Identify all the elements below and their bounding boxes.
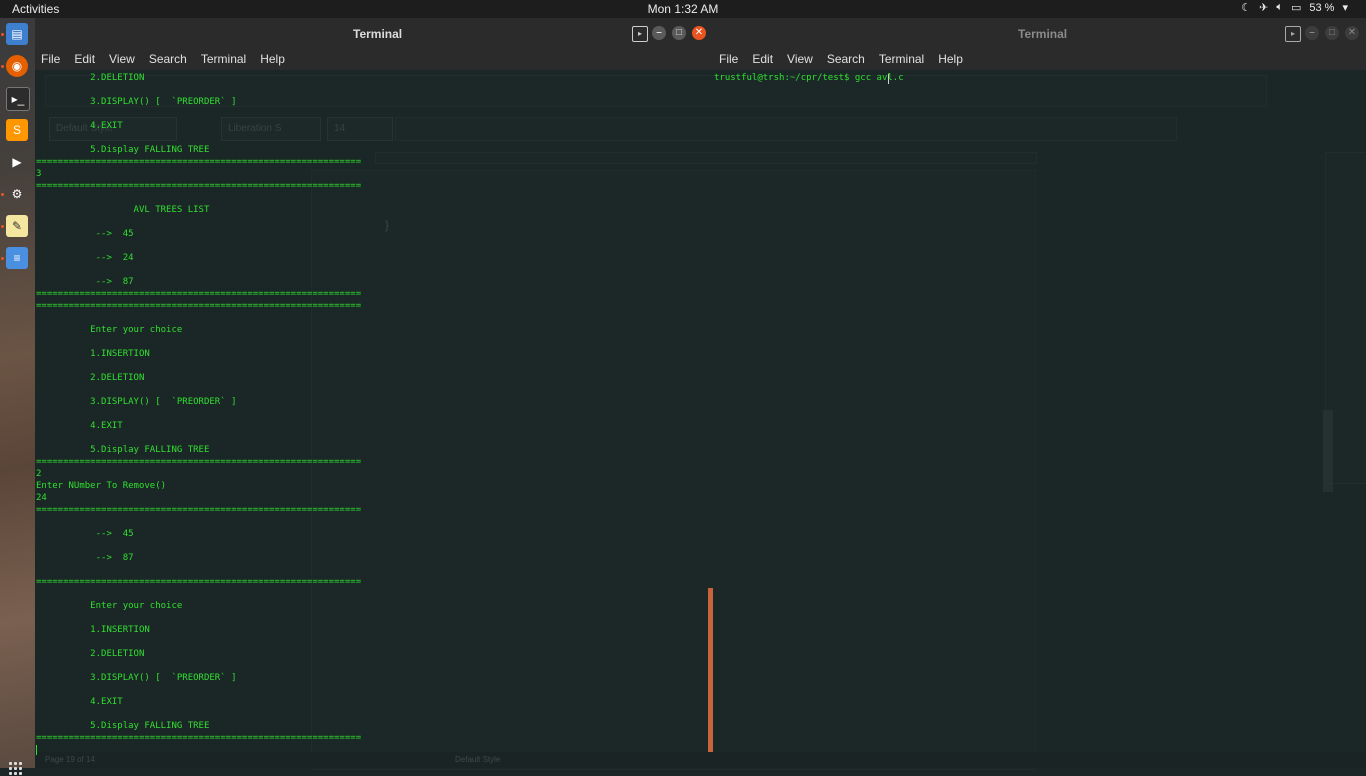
right-menu-bar: File Edit View Search Terminal Help bbox=[713, 48, 1366, 70]
minimize-button[interactable]: – bbox=[1305, 26, 1319, 40]
terminal-line: --> 45 bbox=[36, 529, 134, 539]
terminal-line: --> 45 bbox=[36, 229, 134, 239]
separator-line: ========================================… bbox=[36, 301, 362, 311]
terminal-line: 4.EXIT bbox=[36, 697, 123, 707]
terminal-line: AVL TREES LIST bbox=[36, 205, 210, 215]
terminal-icon[interactable]: ▸_ bbox=[6, 87, 30, 111]
text-editor-icon[interactable]: ✎ bbox=[6, 215, 28, 237]
firefox-icon[interactable]: ◉ bbox=[6, 55, 28, 77]
font-box-label: Liberation S bbox=[228, 123, 282, 134]
left-terminal-titlebar[interactable]: Terminal ▸ – □ ✕ bbox=[35, 18, 713, 48]
font-box: Liberation S bbox=[221, 117, 321, 141]
terminal-cursor bbox=[36, 745, 37, 755]
terminal-line: 3.DISPLAY() [ `PREORDER` ] bbox=[36, 97, 237, 107]
menu-help[interactable]: Help bbox=[260, 48, 285, 70]
terminal-line: 5.Display FALLING TREE bbox=[36, 445, 210, 455]
battery-percent: 53 % bbox=[1309, 1, 1335, 14]
ruler bbox=[375, 152, 1037, 164]
files-icon[interactable]: ▤ bbox=[6, 23, 28, 45]
menu-terminal[interactable]: Terminal bbox=[201, 48, 246, 70]
terminal-line: 2 bbox=[36, 469, 42, 479]
terminal-icon: ▸ bbox=[1285, 26, 1301, 42]
show-applications-icon[interactable] bbox=[9, 762, 23, 776]
menu-terminal[interactable]: Terminal bbox=[879, 48, 924, 70]
separator-line: ========================================… bbox=[36, 181, 362, 191]
writer-status-bar: Page 19 of 14 Default Style bbox=[35, 752, 1366, 768]
separator-line: ========================================… bbox=[36, 457, 362, 467]
right-terminal-titlebar[interactable]: Terminal ▸ – □ ✕ bbox=[713, 18, 1366, 48]
terminal-line: 2.DELETION bbox=[36, 649, 145, 659]
terminal-line: --> 87 bbox=[36, 553, 134, 563]
terminal-line: 5.Display FALLING TREE bbox=[36, 145, 210, 155]
terminal-line: 5.Display FALLING TREE bbox=[36, 721, 210, 731]
close-button[interactable]: ✕ bbox=[692, 26, 706, 40]
terminal-line: --> 24 bbox=[36, 253, 134, 263]
left-menu-bar: File Edit View Search Terminal Help bbox=[35, 48, 713, 70]
scrollbar[interactable] bbox=[1323, 410, 1333, 492]
text-cursor bbox=[888, 74, 889, 84]
terminal-line: Enter NUmber To Remove() bbox=[36, 481, 167, 491]
size-box-label: 14 bbox=[334, 123, 346, 134]
terminal-line: 3 bbox=[36, 169, 42, 179]
menu-view[interactable]: View bbox=[109, 48, 135, 70]
status-page: Page 19 of 14 bbox=[45, 755, 95, 764]
system-tray[interactable]: ☾ ✈ 🔈︎ ▭ 53 % ▾ bbox=[1241, 1, 1348, 14]
settings-icon[interactable]: ⚙ bbox=[6, 183, 28, 205]
activities-button[interactable]: Activities bbox=[12, 2, 59, 16]
document-viewer-icon[interactable]: ≡ bbox=[6, 247, 28, 269]
formatting-toolbar bbox=[395, 117, 1177, 141]
menu-file[interactable]: File bbox=[719, 48, 738, 70]
terminal-line: 4.EXIT bbox=[36, 421, 123, 431]
menu-file[interactable]: File bbox=[41, 48, 60, 70]
terminal-line: Enter your choice bbox=[36, 601, 183, 611]
size-box: 14 bbox=[327, 117, 393, 141]
terminal-line: --> 87 bbox=[36, 277, 134, 287]
separator-line: ========================================… bbox=[36, 505, 362, 515]
terminal-line: 3.DISPLAY() [ `PREORDER` ] bbox=[36, 673, 237, 683]
sublime-icon[interactable]: S bbox=[6, 119, 28, 141]
close-button[interactable]: ✕ bbox=[1345, 26, 1359, 40]
terminal-line: 2.DELETION bbox=[36, 73, 145, 83]
separator-line: ========================================… bbox=[36, 733, 362, 743]
battery-icon: ▭ bbox=[1290, 2, 1302, 14]
terminal-line: 2.DELETION bbox=[36, 373, 145, 383]
terminal-line: 1.INSERTION bbox=[36, 625, 150, 635]
terminal-line: 4.EXIT bbox=[36, 121, 123, 131]
background-writer-window: Default Style Liberation S 14 } bbox=[35, 70, 1366, 770]
volume-icon: 🔈︎ bbox=[1276, 1, 1283, 13]
menu-view[interactable]: View bbox=[787, 48, 813, 70]
window-resize-highlight bbox=[708, 588, 713, 768]
menu-help[interactable]: Help bbox=[938, 48, 963, 70]
clock[interactable]: Mon 1:32 AM bbox=[648, 2, 719, 16]
document-page bbox=[311, 170, 1036, 770]
separator-line: ========================================… bbox=[36, 157, 362, 167]
dock: ▤ ◉ ▸_ S ▶ ⚙ ✎ ≡ bbox=[0, 18, 35, 775]
menu-search[interactable]: Search bbox=[827, 48, 865, 70]
menu-search[interactable]: Search bbox=[149, 48, 187, 70]
maximize-button[interactable]: □ bbox=[1325, 26, 1339, 40]
status-style: Default Style bbox=[455, 755, 501, 764]
terminal-line: 24 bbox=[36, 493, 47, 503]
media-player-icon[interactable]: ▶ bbox=[6, 151, 28, 173]
top-bar: Activities Mon 1:32 AM ☾ ✈ 🔈︎ ▭ 53 % ▾ bbox=[0, 0, 1366, 18]
terminal-icon: ▸ bbox=[632, 26, 648, 42]
minimize-button[interactable]: – bbox=[652, 26, 666, 40]
separator-line: ========================================… bbox=[36, 577, 362, 587]
terminal-line: 3.DISPLAY() [ `PREORDER` ] bbox=[36, 397, 237, 407]
terminal-line: Enter your choice bbox=[36, 325, 183, 335]
maximize-button[interactable]: □ bbox=[672, 26, 686, 40]
right-terminal-prompt[interactable]: trustful@trsh:~/cpr/test$ gcc avl.c bbox=[714, 73, 904, 83]
night-light-icon: ☾ bbox=[1241, 2, 1252, 14]
window-title: Terminal bbox=[353, 27, 403, 41]
window-title: Terminal bbox=[1018, 27, 1068, 41]
separator-line: ========================================… bbox=[36, 289, 362, 299]
menu-edit[interactable]: Edit bbox=[752, 48, 773, 70]
chevron-down-icon: ▾ bbox=[1342, 2, 1348, 14]
text-cursor-mark: } bbox=[385, 218, 390, 232]
terminal-line: 1.INSERTION bbox=[36, 349, 150, 359]
menu-edit[interactable]: Edit bbox=[74, 48, 95, 70]
airplane-mode-icon: ✈ bbox=[1259, 2, 1269, 14]
